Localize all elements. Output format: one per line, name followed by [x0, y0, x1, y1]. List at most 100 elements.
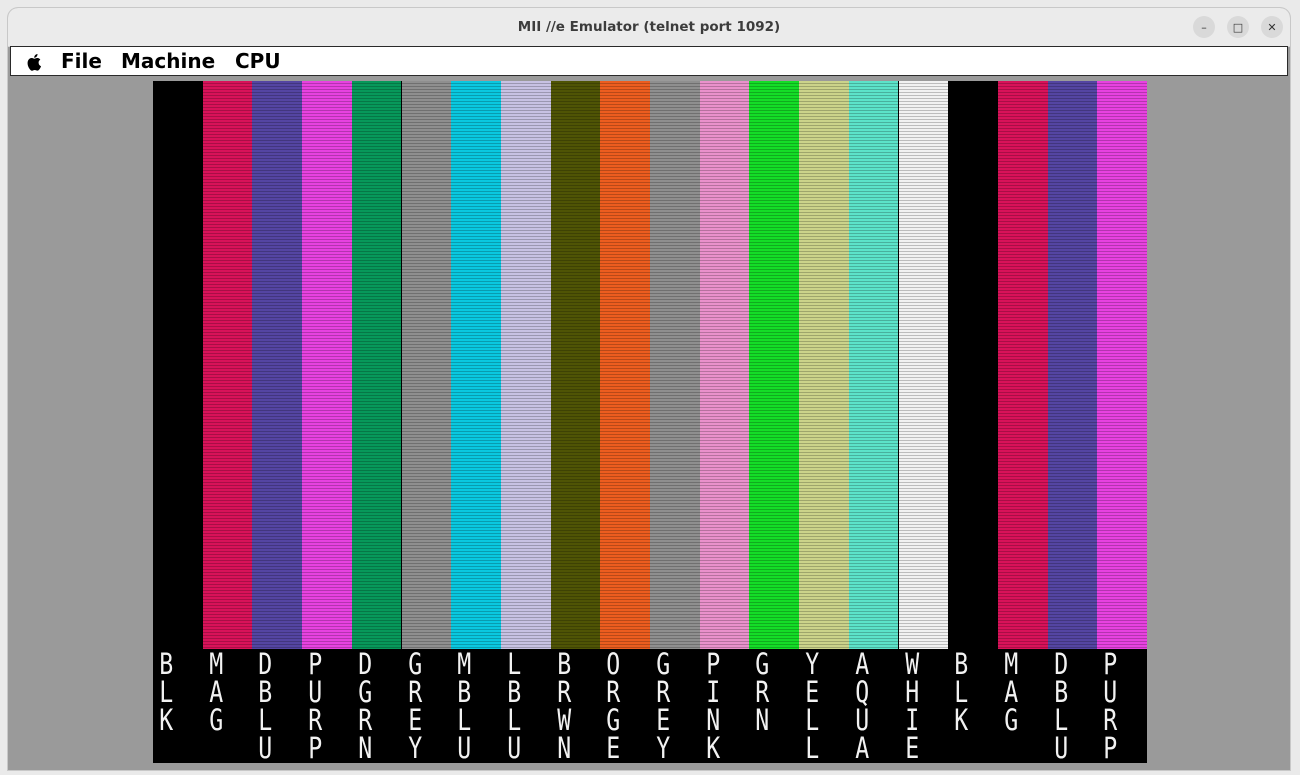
bar-label-char: P [308, 647, 323, 681]
menu-machine[interactable]: Machine [121, 47, 215, 75]
bar-label-char: A [855, 647, 869, 681]
bar-label-whie: WHIE [901, 647, 951, 765]
bar-label-char: B [457, 675, 472, 709]
bar-label-char: Y [656, 731, 671, 765]
bar-label-char: P [1103, 647, 1118, 681]
color-bar-aqua [848, 81, 899, 649]
bar-label-char: K [954, 703, 969, 737]
bar-label-char: A [1004, 675, 1019, 709]
menu-bar: File Machine CPU [10, 46, 1288, 76]
bar-label-dblu: DBLU [1050, 647, 1100, 763]
bar-label-lblu: LBLU [503, 647, 553, 765]
bar-label-char: R [556, 675, 571, 709]
color-bar-whie [898, 81, 949, 649]
bar-label-char: B [507, 675, 522, 709]
bar-label-char: E [407, 703, 422, 737]
bar-label-grn: GRN [751, 647, 801, 735]
bar-label-char: U [855, 703, 869, 737]
bar-label-char: R [358, 703, 372, 737]
bar-label-char: B [954, 647, 969, 681]
color-bar-grn [749, 81, 800, 649]
color-bar-purp [302, 81, 352, 649]
bar-label-char: M [457, 647, 472, 681]
bar-label-char: H [904, 675, 919, 709]
bar-label-char: U [1103, 675, 1118, 709]
bar-label-char: G [1004, 703, 1019, 737]
bar-label-char: B [159, 647, 174, 681]
color-bar-lblu [500, 81, 551, 649]
bar-label-char: P [1103, 731, 1118, 765]
emulator-screen[interactable]: BLKMAGDBLUPURPDGRNGREYMBLULBLUBRWNORGEGR… [153, 81, 1147, 763]
bar-label-mag: MAG [205, 647, 255, 735]
title-bar[interactable]: MII //e Emulator (telnet port 1092) – □ … [8, 8, 1290, 47]
bar-label-yell: YELL [801, 650, 851, 763]
color-bar-yell [799, 81, 849, 649]
bar-label-char: A [855, 731, 869, 765]
bar-label-char: R [308, 703, 323, 737]
bar-label-char: B [556, 647, 571, 681]
color-bar-brwn [550, 81, 601, 649]
bar-label-grey: GREY [652, 650, 702, 765]
bar-label-char: L [507, 703, 522, 737]
bar-label-char: B [258, 675, 273, 709]
bar-label-orge: ORGE [602, 647, 652, 765]
bar-label-char: E [656, 703, 671, 737]
bar-label-char: I [705, 675, 720, 709]
close-button[interactable]: ✕ [1261, 16, 1283, 38]
bar-label-brwn: BRWN [553, 647, 603, 765]
bar-label-char: R [656, 675, 671, 709]
color-bar-dblu [1047, 81, 1098, 649]
bar-label-char: L [457, 703, 472, 737]
bar-label-char: L [507, 647, 522, 681]
bar-label-grey: GREY [404, 647, 454, 765]
bar-label-char: N [556, 731, 571, 765]
bar-label-char: G [407, 647, 422, 681]
color-bar-pink [699, 81, 750, 649]
bar-label-char: D [358, 647, 372, 681]
emulator-window: MII //e Emulator (telnet port 1092) – □ … [8, 8, 1290, 770]
bar-label-char: E [904, 731, 919, 765]
bar-label-purp: PURP [304, 647, 354, 765]
color-bar-mag [202, 81, 253, 649]
bar-label-char: O [606, 647, 621, 681]
bar-label-mag: MAG [1000, 650, 1050, 737]
bar-label-char: P [308, 731, 323, 765]
apple-icon[interactable] [25, 52, 45, 72]
bar-label-char: P [705, 647, 720, 681]
color-bar-grey [401, 81, 452, 649]
bar-label-char: L [258, 703, 273, 737]
bar-label-char: M [208, 647, 223, 681]
menu-cpu[interactable]: CPU [235, 47, 281, 75]
bar-label-char: E [805, 675, 820, 709]
bar-label-char: R [1103, 703, 1118, 737]
bar-label-char: U [507, 731, 522, 765]
bar-label-char: L [159, 675, 174, 709]
bar-label-char: K [159, 703, 174, 737]
bar-label-char: E [606, 731, 621, 765]
bar-label-char: Q [855, 675, 869, 709]
bar-label-dblu: DBLU [254, 650, 304, 765]
color-bar-grey [650, 81, 700, 649]
bar-label-char: D [1053, 647, 1068, 681]
bar-label-char: I [904, 703, 919, 737]
bar-label-char: G [755, 647, 770, 681]
bar-label-char: U [258, 731, 273, 765]
color-bar-purp [1097, 81, 1147, 649]
bar-label-aqua: AQUA [851, 647, 901, 765]
bar-label-char: L [1053, 703, 1068, 737]
maximize-button[interactable]: □ [1227, 16, 1249, 38]
bar-label-char: G [606, 703, 621, 737]
bar-label-mblu: MBLU [453, 647, 503, 765]
bar-label-char: U [457, 731, 472, 765]
minimize-button[interactable]: – [1193, 16, 1215, 38]
color-bar-dblu [252, 81, 303, 649]
bar-label-char: W [904, 647, 919, 681]
menu-file[interactable]: File [61, 47, 102, 75]
bar-label-char: G [358, 675, 372, 709]
bar-label-char: L [805, 703, 820, 737]
window-title: MII //e Emulator (telnet port 1092) [517, 19, 781, 35]
bar-label-char: R [407, 675, 422, 709]
bar-label-char: Y [407, 731, 422, 765]
color-bar-mblu [451, 81, 501, 649]
bar-label-char: A [208, 675, 223, 709]
